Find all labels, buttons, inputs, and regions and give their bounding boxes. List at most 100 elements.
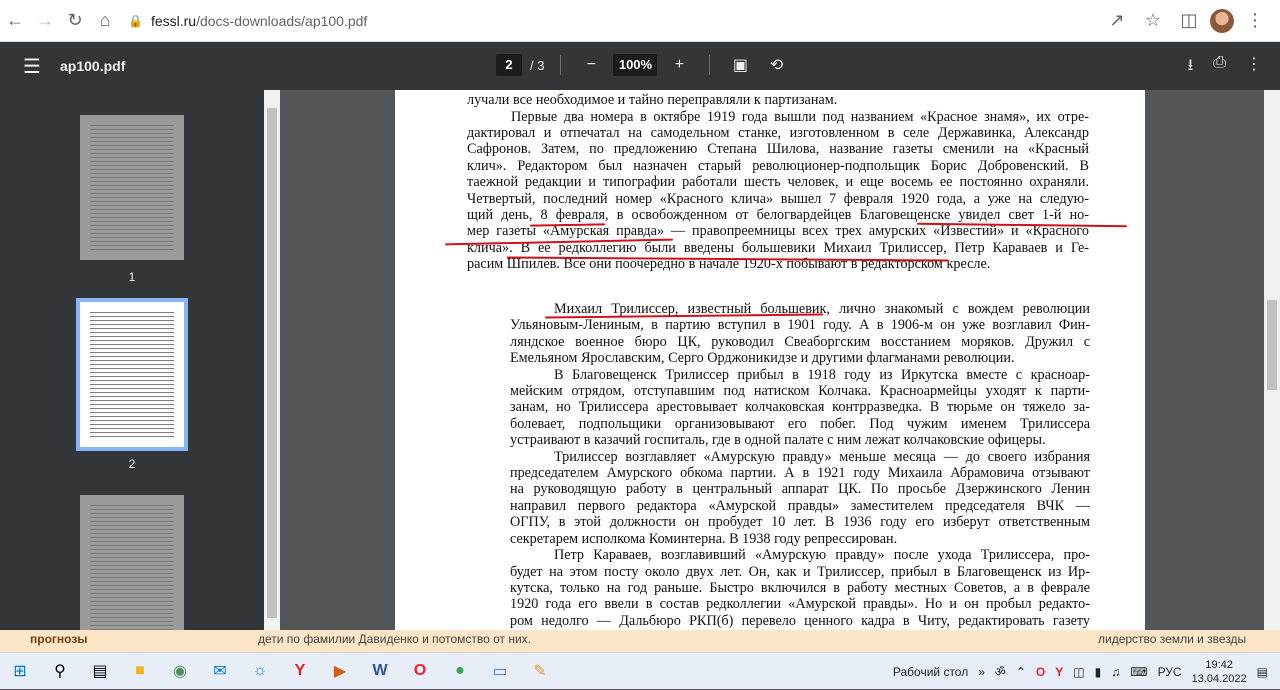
text-line: Ульяновым-Лениным, в партию вступил в 19… bbox=[510, 317, 1090, 334]
background-page-strip: прогнозы дети по фамилии Давиденко и пот… bbox=[0, 630, 1280, 652]
text-line: Трилиссер возглавляет «Амурскую правду» … bbox=[554, 448, 1090, 465]
text-line: болевает, подпольщики организовывают его… bbox=[510, 415, 1090, 432]
background-text: прогнозы bbox=[30, 632, 88, 646]
zoom-out-icon[interactable]: − bbox=[577, 56, 605, 74]
article-paragraph-3: Михаил Трилиссер, известный большевик, л… bbox=[510, 301, 1090, 629]
text-line: клич». Редактором был назначен старый ре… bbox=[467, 157, 1089, 174]
network-icon[interactable]: ◫ bbox=[1073, 665, 1084, 679]
text-line: будет на этом посту около двух лет. Он, … bbox=[510, 563, 1090, 580]
text-line: ляндское военное бюро ЦК, руководил Свеа… bbox=[510, 333, 1090, 350]
url-path: /docs-downloads/ap100.pdf bbox=[196, 12, 368, 29]
chrome-icon[interactable]: ● bbox=[440, 653, 480, 690]
clock[interactable]: 19:42 13.04.2022 bbox=[1192, 658, 1247, 686]
text-line: направил первого редактора «Амурской пра… bbox=[510, 497, 1090, 514]
pdf-actions: ⭳ ⎙ ⋮ bbox=[1188, 54, 1262, 81]
edge-browser-icon[interactable]: ☼ bbox=[240, 653, 280, 690]
text-line: занам, но Трилиссера арестовывает колчак… bbox=[510, 399, 1090, 416]
opera-tray-icon[interactable]: O bbox=[1036, 665, 1045, 679]
clock-date: 13.04.2022 bbox=[1191, 672, 1247, 685]
text-line: В Благовещенск Трилиссер прибыл в 1918 г… bbox=[554, 366, 1090, 383]
rotate-icon[interactable]: ⟲ bbox=[762, 55, 790, 75]
thumbnail-page-2[interactable]: 2 bbox=[76, 298, 188, 471]
side-panel-icon[interactable]: ◫ bbox=[1174, 6, 1204, 36]
more-options-icon[interactable]: ⋮ bbox=[1246, 54, 1262, 81]
kebab-menu-icon[interactable]: ⋮ bbox=[1240, 6, 1270, 36]
thumbnail-page-1[interactable]: 1 bbox=[80, 115, 184, 284]
app-circle-icon[interactable]: ◉ bbox=[160, 653, 200, 690]
text-line: таежной редакции и типографии работали ш… bbox=[467, 174, 1089, 191]
text-line: на руководящую работу в центральный аппа… bbox=[510, 481, 1090, 498]
windows-taskbar: ⊞ ⚲ ▤ ■ ◉ ✉ ☼ Y ▶ W O ● ▭ ✎ Рабочий стол… bbox=[0, 652, 1280, 689]
document-scrollbar[interactable] bbox=[1264, 90, 1280, 630]
text-line: Первые два номера в октябре 1919 года вы… bbox=[511, 108, 1089, 125]
media-player-icon[interactable]: ▶ bbox=[320, 653, 360, 690]
zoom-in-icon[interactable]: + bbox=[665, 56, 693, 74]
app-window-icon[interactable]: ▭ bbox=[480, 653, 520, 690]
yandex-browser-icon[interactable]: Y bbox=[280, 653, 320, 690]
text-line: дактировал и отпечатал на самодельном ст… bbox=[467, 124, 1089, 141]
task-view-icon[interactable]: ▤ bbox=[80, 653, 120, 690]
text-line: мейским отрядом, отступавшим под натиско… bbox=[510, 383, 1090, 400]
text-line: Четвертый, последний номер «Красного кли… bbox=[467, 190, 1089, 207]
sound-icon[interactable]: ♫ bbox=[1111, 665, 1120, 679]
fit-page-icon[interactable]: ▣ bbox=[726, 55, 754, 75]
people-icon[interactable]: ॐ bbox=[995, 663, 1006, 680]
address-bar[interactable]: 🔒 fessl.ru/docs-downloads/ap100.pdf bbox=[128, 6, 1102, 36]
text-line: секретарем исполкома Коминтерна. В 1938 … bbox=[510, 530, 898, 547]
text-line: ром недолго — Дальбюро РКП(б) перевело ц… bbox=[510, 612, 1090, 629]
desktop-label[interactable]: Рабочий стол bbox=[893, 665, 968, 679]
share-icon[interactable]: ↗ bbox=[1102, 6, 1132, 36]
browser-toolbar: ← → ↻ ⌂ 🔒 fessl.ru/docs-downloads/ap100.… bbox=[0, 0, 1280, 42]
keyboard-icon[interactable]: ⌨ bbox=[1130, 665, 1147, 679]
page-controls: 2 / 3 − 100% + ▣ ⟲ bbox=[496, 54, 790, 76]
profile-avatar[interactable] bbox=[1210, 8, 1234, 33]
text-line: устраивают в казачий госпиталь, где в од… bbox=[510, 432, 1046, 449]
text-line: Емельяном Ярославским, Серго Орджоникидз… bbox=[510, 350, 1015, 367]
pdf-page: лучали все необходимое и тайно переправл… bbox=[395, 90, 1145, 630]
page-number-input[interactable]: 2 bbox=[496, 54, 522, 76]
opera-icon[interactable]: O bbox=[400, 653, 440, 690]
print-icon[interactable]: ⎙ bbox=[1213, 54, 1226, 81]
thumbnail-sidebar: 1 2 bbox=[0, 90, 264, 640]
thumbnail-label: 2 bbox=[128, 457, 136, 471]
thumbnail-page-3[interactable] bbox=[80, 495, 184, 640]
word-icon[interactable]: W bbox=[360, 653, 400, 690]
file-explorer-icon[interactable]: ■ bbox=[120, 653, 160, 690]
clock-time: 19:42 bbox=[1205, 658, 1233, 671]
system-tray: Рабочий стол » ॐ ⌃ O Y ◫ ▮ ♫ ⌨ РУС 19:42… bbox=[893, 653, 1280, 690]
article-paragraph-2: Первые два номера в октябре 1919 года вы… bbox=[467, 109, 1089, 273]
language-indicator[interactable]: РУС bbox=[1158, 665, 1182, 679]
toolbar-divider bbox=[560, 55, 562, 75]
sidebar-scrollbar[interactable] bbox=[264, 90, 280, 630]
zoom-input[interactable]: 100% bbox=[613, 54, 658, 76]
text-line: ОГПУ, в этой должности он пробудет 10 ле… bbox=[510, 514, 1090, 531]
search-icon[interactable]: ⚲ bbox=[40, 653, 80, 690]
bookmark-star-icon[interactable]: ☆ bbox=[1138, 6, 1168, 36]
download-icon[interactable]: ⭳ bbox=[1188, 54, 1194, 81]
back-icon[interactable]: ← bbox=[0, 6, 30, 36]
lock-icon: 🔒 bbox=[128, 13, 143, 28]
yandex-tray-icon[interactable]: Y bbox=[1055, 665, 1063, 679]
tray-expand-icon[interactable]: ⌃ bbox=[1016, 665, 1026, 679]
thumbnail-image bbox=[80, 495, 184, 640]
hamburger-menu-icon[interactable]: ☰ bbox=[12, 54, 52, 79]
pdf-toolbar: ☰ ap100.pdf 2 / 3 − 100% + ▣ ⟲ ⭳ ⎙ ⋮ bbox=[0, 42, 1280, 90]
background-text: дети по фамилии Давиденко и потомство от… bbox=[258, 632, 532, 646]
forward-icon[interactable]: → bbox=[30, 6, 60, 36]
reload-icon[interactable]: ↻ bbox=[60, 6, 90, 36]
pdf-viewer: лучали все необходимое и тайно переправл… bbox=[280, 90, 1264, 630]
home-icon[interactable]: ⌂ bbox=[90, 6, 120, 36]
url-host: fessl.ru bbox=[150, 12, 197, 29]
text-line: щий день, 8 февраля, в освобожденном от … bbox=[467, 206, 1089, 223]
chevron-icon[interactable]: » bbox=[978, 665, 985, 679]
battery-icon[interactable]: ▮ bbox=[1095, 665, 1102, 679]
text-line: председателем Амурского обкома партии. А… bbox=[510, 465, 1090, 482]
paint-icon[interactable]: ✎ bbox=[520, 653, 560, 690]
windows-start-icon[interactable]: ⊞ bbox=[0, 653, 40, 690]
text-line: Петр Караваев, возглавивший «Амурскую пр… bbox=[554, 547, 1090, 564]
toolbar-divider bbox=[709, 55, 711, 75]
mail-icon[interactable]: ✉ bbox=[200, 653, 240, 690]
text-line: кутска, только на год раньше. Быстро вкл… bbox=[510, 579, 1090, 596]
notifications-icon[interactable]: ▤ bbox=[1257, 665, 1268, 679]
text-line: лучали все необходимое и тайно переправл… bbox=[467, 92, 838, 108]
